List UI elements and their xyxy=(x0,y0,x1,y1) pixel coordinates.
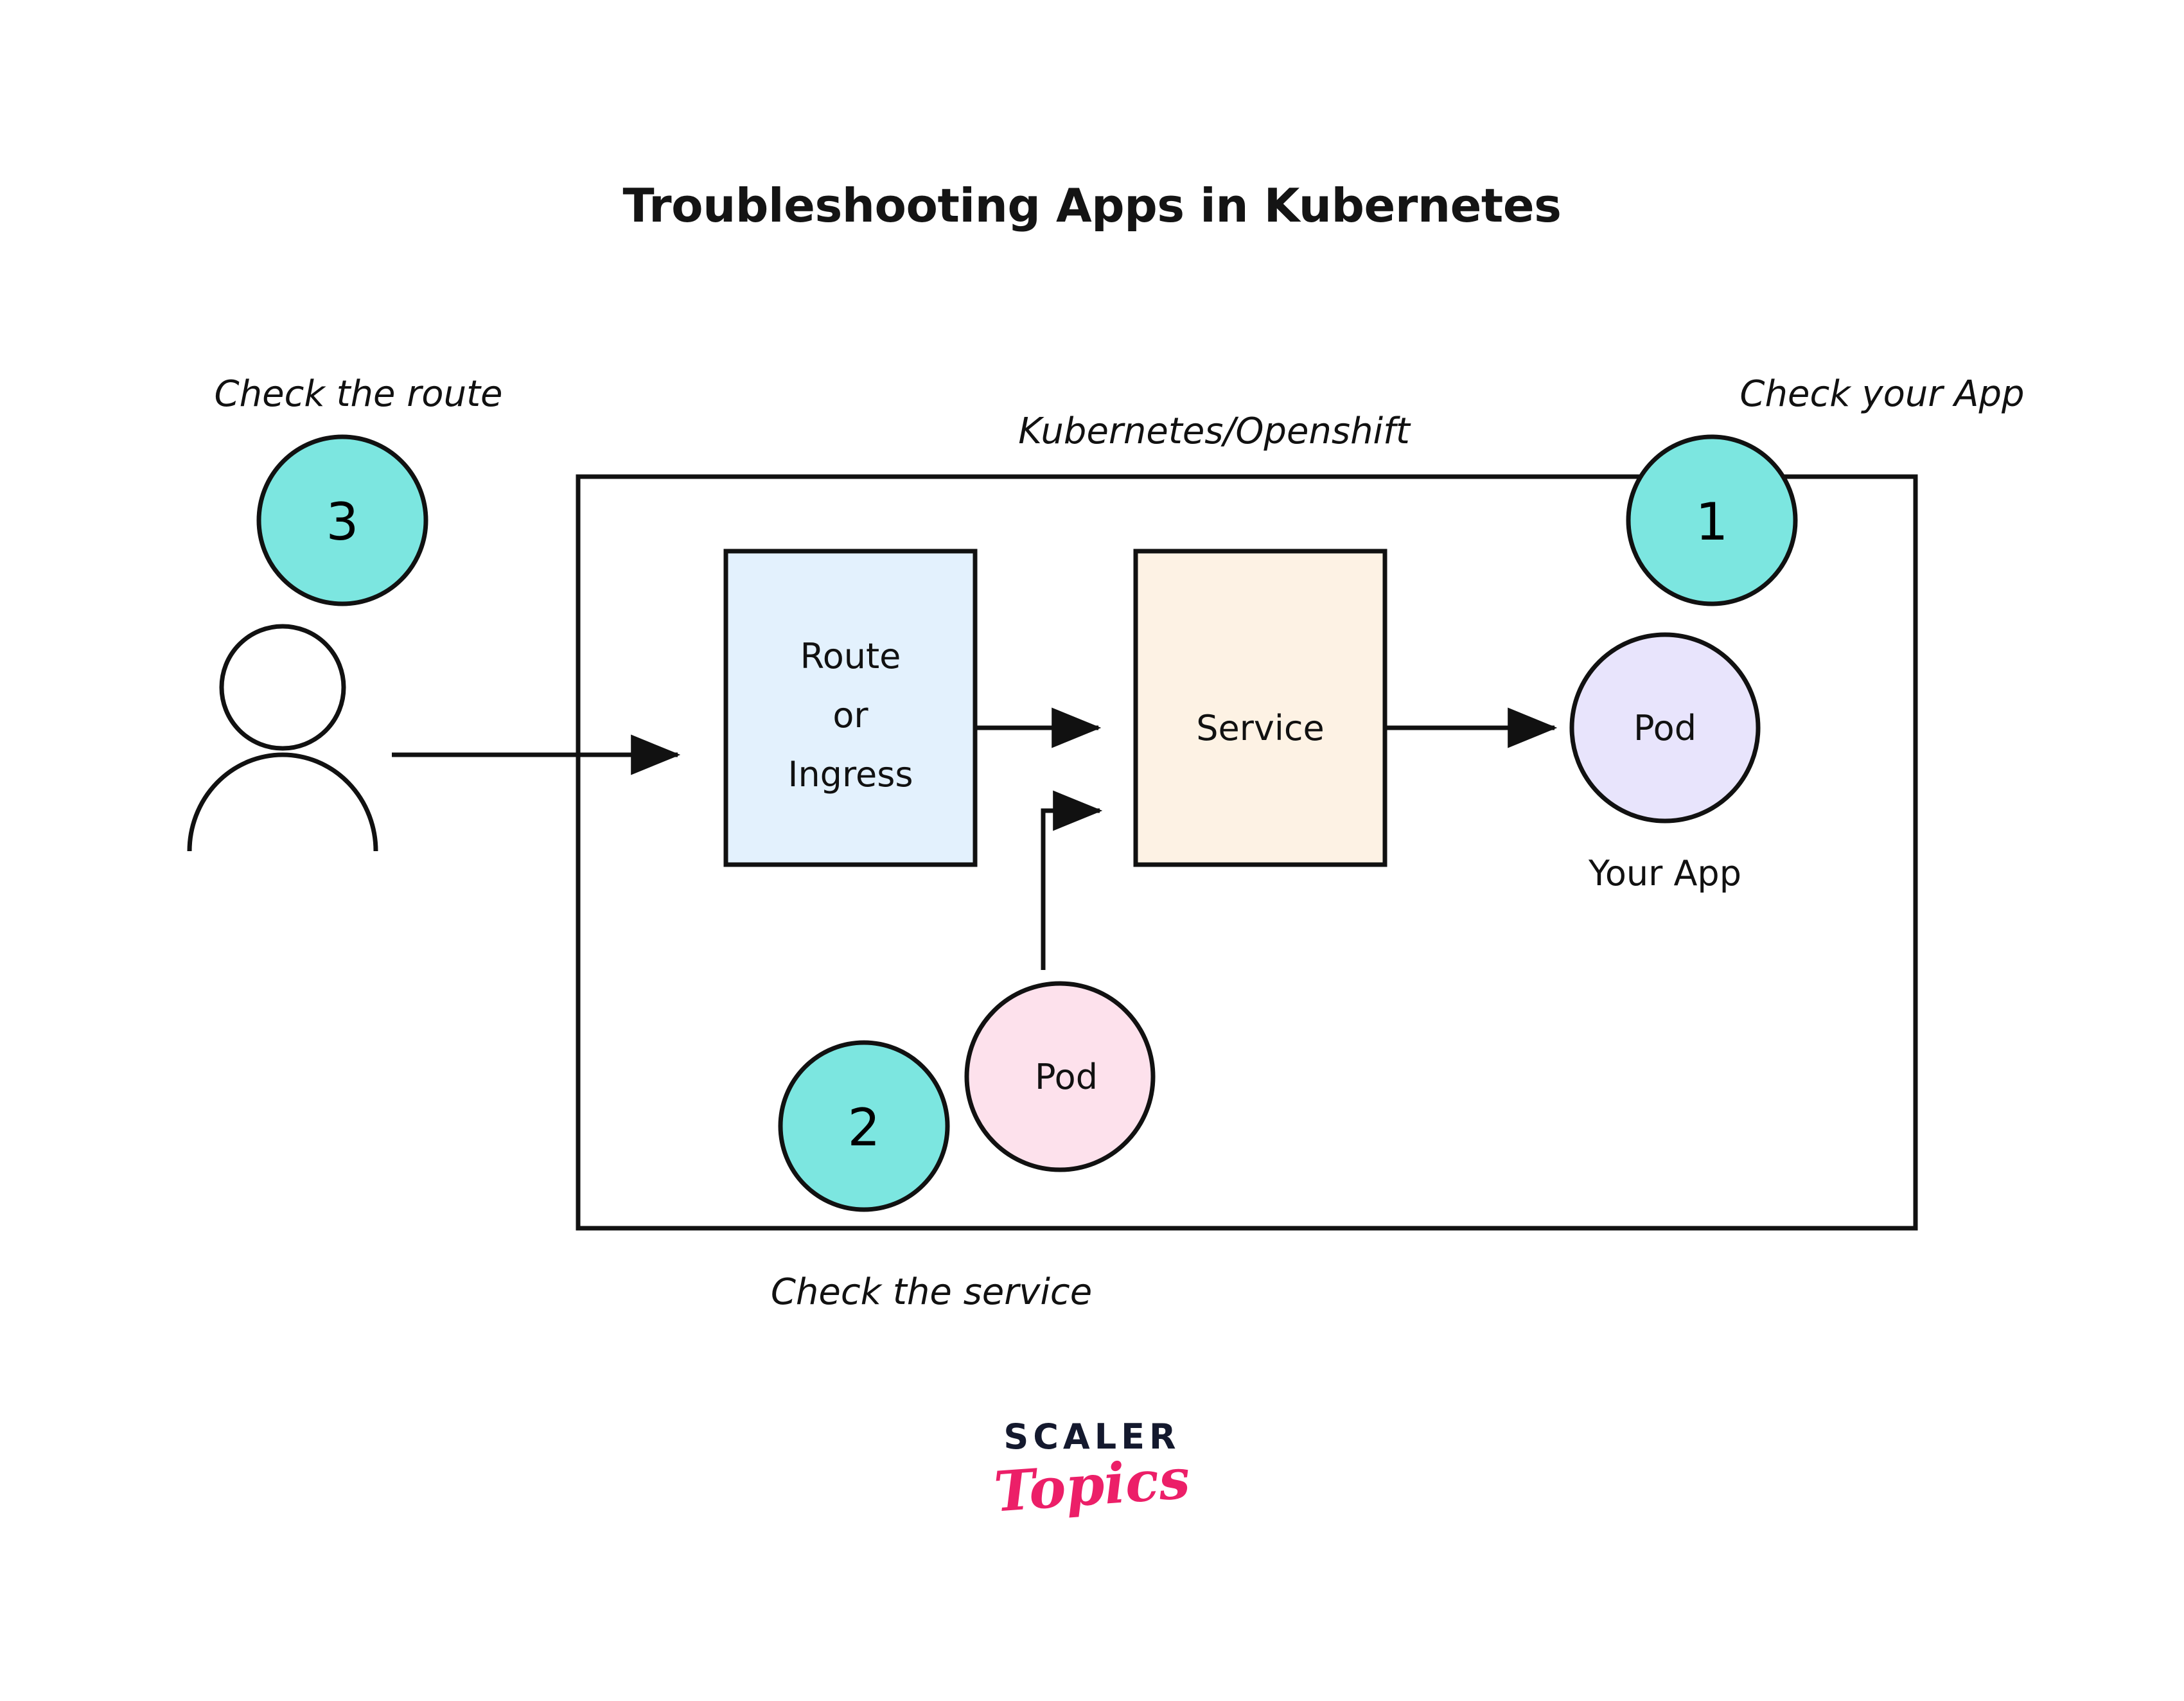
route-ingress-label-line3: Ingress xyxy=(788,754,913,795)
check-the-route-label: Check the route xyxy=(215,373,503,415)
cluster-boundary-label: Kubernetes/Openshift xyxy=(1018,410,1411,452)
service-label: Service xyxy=(1196,708,1325,748)
check-the-service-label: Check the service xyxy=(771,1271,1092,1313)
step-3-number: 3 xyxy=(326,492,359,552)
pod-service-label: Pod xyxy=(1035,1057,1098,1097)
diagram-canvas: Troubleshooting Apps in Kubernetes Kuber… xyxy=(0,0,2184,1701)
step-2-number: 2 xyxy=(848,1098,881,1158)
scaler-topics-logo: SCALER Topics xyxy=(0,1420,2184,1525)
arrow-pod-service-to-service xyxy=(1041,790,1103,970)
user-person-icon xyxy=(187,624,378,852)
your-app-caption: Your App xyxy=(1588,853,1741,894)
route-ingress-label-line1: Route xyxy=(800,636,901,676)
route-ingress-label-line2: or xyxy=(832,695,868,736)
check-your-app-label: Check your App xyxy=(1739,373,2024,415)
step-1-number: 1 xyxy=(1696,492,1729,552)
pod-app-label: Pod xyxy=(1634,708,1696,748)
